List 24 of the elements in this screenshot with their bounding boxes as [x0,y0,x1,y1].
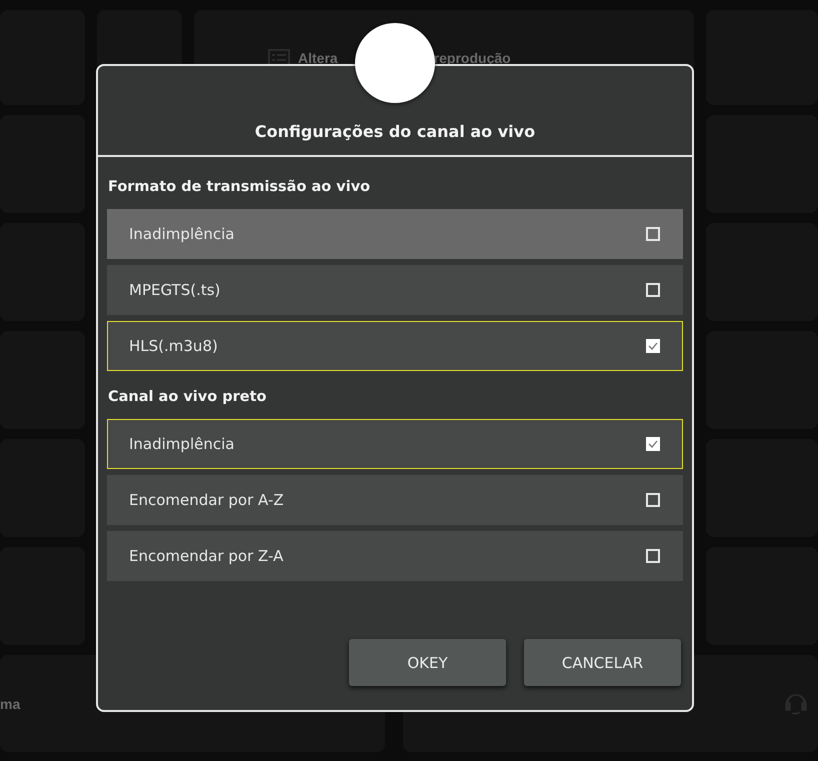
option-label: Inadimplência [129,225,236,243]
checkbox[interactable] [646,283,660,297]
option-row[interactable]: Encomendar por Z-A [107,531,683,581]
option-row[interactable]: Encomendar por A-Z [107,475,683,525]
option-label: Encomendar por A-Z [129,491,285,509]
tile-label: ma [0,696,20,712]
checkbox[interactable] [646,227,660,241]
section-heading: Canal ao vivo preto [108,389,268,405]
checkbox[interactable] [646,493,660,507]
option-label: HLS(.m3u8) [129,337,219,355]
dialog-button[interactable]: CANCELAR [524,639,681,686]
option-label: Encomendar por Z-A [129,547,284,565]
checkbox[interactable] [646,549,660,563]
tile-label: reprodução [434,50,511,66]
tile-label: Altera [298,50,338,66]
dialog-button[interactable]: OKEY [349,639,506,686]
option-label: Inadimplência [129,435,236,453]
option-row[interactable]: MPEGTS(.ts) [107,265,683,315]
option-row[interactable]: Inadimplência [107,419,683,469]
option-row[interactable]: Inadimplência [107,209,683,259]
dialog-title: Configurações do canal ao vivo [98,122,692,157]
option-label: MPEGTS(.ts) [129,281,222,299]
section-heading: Formato de transmissão ao vivo [108,179,372,195]
option-row[interactable]: HLS(.m3u8) [107,321,683,371]
